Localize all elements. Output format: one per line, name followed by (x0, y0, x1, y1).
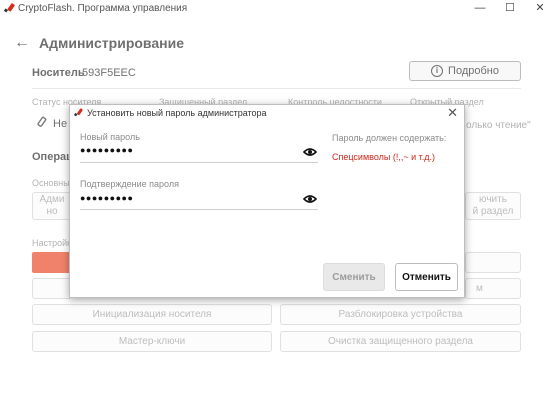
window-title: CryptoFlash. Программа управления (18, 3, 188, 14)
confirm-password-label: Подтверждение пароля (80, 179, 179, 189)
dialog-titlebar: Установить новый пароль администратора ✕ (70, 105, 464, 122)
requirements-label: Пароль должен содержать: (332, 133, 447, 143)
new-password-label: Новый пароль (80, 132, 140, 142)
window-titlebar: CryptoFlash. Программа управления — ☐ ✕ (0, 0, 555, 18)
app-logo-icon (4, 3, 15, 13)
confirm-password-input[interactable]: ●●●●●●●●● (80, 193, 133, 203)
dialog-title: Установить новый пароль администратора (87, 108, 267, 118)
confirm-password-underline (80, 209, 318, 210)
cancel-button[interactable]: Отменить (395, 263, 458, 291)
change-button[interactable]: Сменить (323, 263, 385, 291)
show-confirm-password-eye-icon[interactable] (303, 194, 317, 204)
new-password-underline (80, 162, 318, 163)
set-admin-password-dialog: Установить новый пароль администратора ✕… (69, 104, 465, 298)
close-window-button[interactable]: ✕ (525, 0, 555, 18)
new-password-input[interactable]: ●●●●●●●●● (80, 145, 133, 155)
maximize-button[interactable]: ☐ (495, 0, 525, 18)
requirement-special-chars: Спецсимволы (!,,~ и т.д.) (332, 152, 436, 162)
show-password-eye-icon[interactable] (303, 147, 317, 157)
dialog-close-icon[interactable]: ✕ (447, 105, 458, 121)
minimize-button[interactable]: — (465, 0, 495, 18)
app-logo-icon (74, 108, 83, 117)
